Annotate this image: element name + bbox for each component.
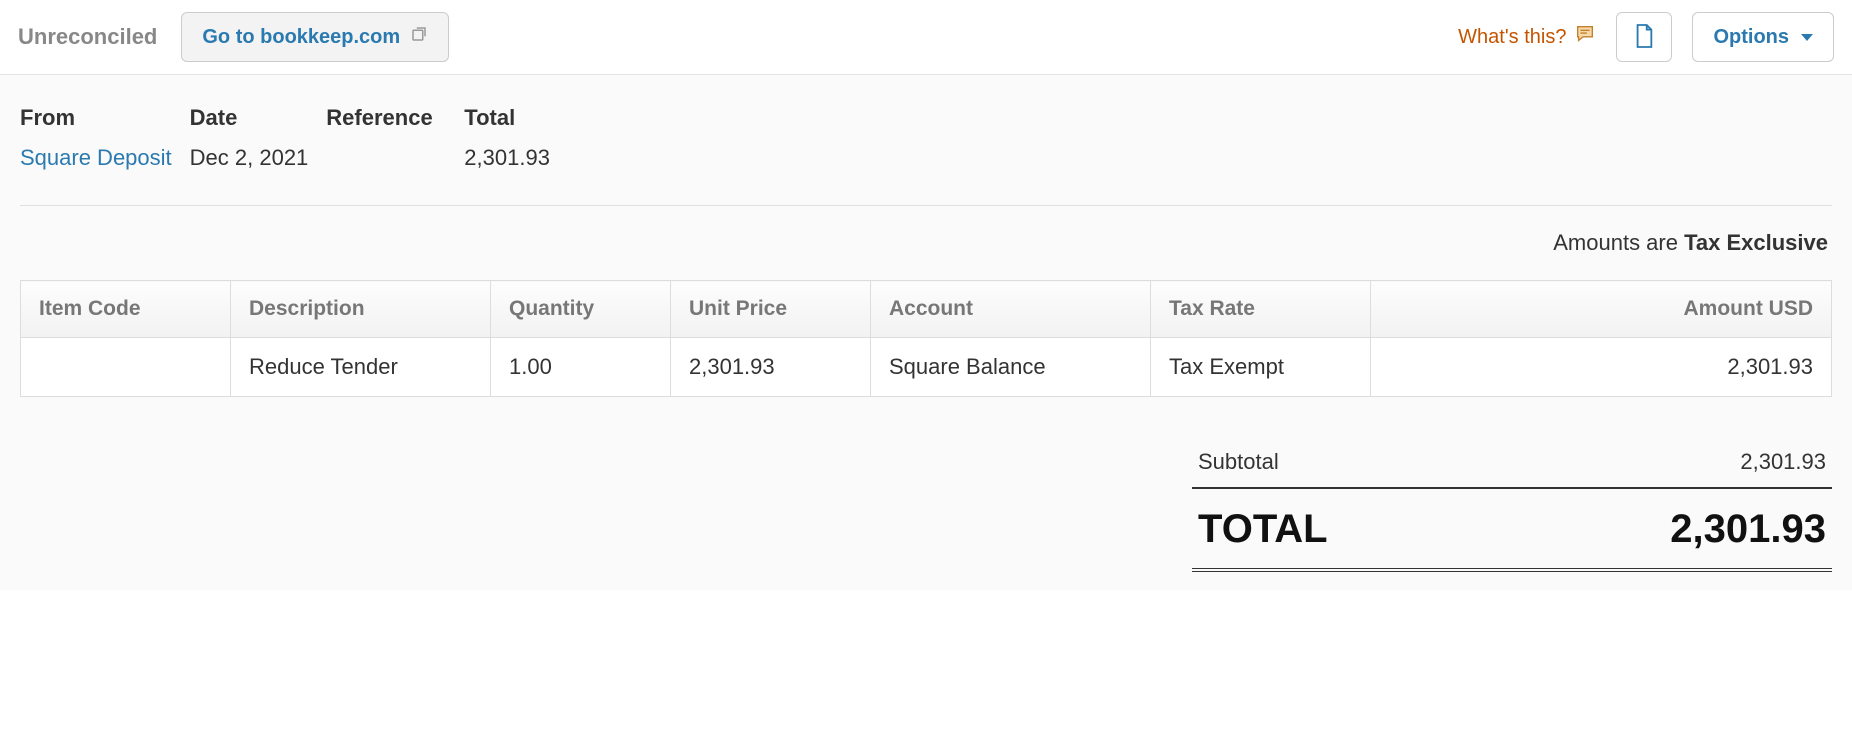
meta-col-total: Total 2,301.93: [464, 105, 550, 171]
header-tax-rate: Tax Rate: [1151, 281, 1371, 338]
cell-quantity: 1.00: [491, 338, 671, 397]
amounts-note-emphasis: Tax Exclusive: [1684, 230, 1828, 255]
header-quantity: Quantity: [491, 281, 671, 338]
header-account: Account: [871, 281, 1151, 338]
table-header-row: Item Code Description Quantity Unit Pric…: [21, 281, 1832, 338]
options-label: Options: [1713, 26, 1789, 49]
go-to-bookkeep-button[interactable]: Go to bookkeep.com: [181, 12, 449, 62]
subtotal-label: Subtotal: [1198, 449, 1279, 475]
amounts-note-prefix: Amounts are: [1553, 230, 1684, 255]
cell-description: Reduce Tender: [231, 338, 491, 397]
whats-this-label: What's this?: [1458, 26, 1566, 49]
meta-row: From Square Deposit Date Dec 2, 2021 Ref…: [20, 105, 1832, 206]
cell-item-code: [21, 338, 231, 397]
amounts-note: Amounts are Tax Exclusive: [20, 206, 1832, 280]
header-amount: Amount USD: [1371, 281, 1832, 338]
meta-col-date: Date Dec 2, 2021: [190, 105, 309, 171]
content-area: From Square Deposit Date Dec 2, 2021 Ref…: [0, 75, 1852, 590]
subtotal-row: Subtotal 2,301.93: [1192, 437, 1832, 489]
meta-col-from: From Square Deposit: [20, 105, 172, 171]
meta-header-from: From: [20, 105, 172, 131]
top-right: What's this? Options: [1458, 12, 1834, 62]
cell-account: Square Balance: [871, 338, 1151, 397]
meta-value-total: 2,301.93: [464, 145, 550, 171]
speech-bubble-icon: [1574, 23, 1596, 51]
top-left: Unreconciled Go to bookkeep.com: [18, 12, 449, 62]
meta-header-date: Date: [190, 105, 309, 131]
total-value: 2,301.93: [1670, 507, 1826, 552]
external-link-icon: [410, 25, 428, 49]
whats-this-link[interactable]: What's this?: [1458, 23, 1596, 51]
header-unit-price: Unit Price: [671, 281, 871, 338]
header-description: Description: [231, 281, 491, 338]
cell-unit-price: 2,301.93: [671, 338, 871, 397]
top-bar: Unreconciled Go to bookkeep.com What's t…: [0, 0, 1852, 75]
options-button[interactable]: Options: [1692, 12, 1834, 62]
line-items-table: Item Code Description Quantity Unit Pric…: [20, 280, 1832, 397]
bookkeep-label: Go to bookkeep.com: [202, 26, 400, 49]
total-label: TOTAL: [1198, 507, 1328, 552]
from-link[interactable]: Square Deposit: [20, 145, 172, 171]
file-icon: [1633, 23, 1655, 52]
status-label: Unreconciled: [18, 24, 157, 50]
file-button[interactable]: [1616, 12, 1672, 62]
totals-section: Subtotal 2,301.93 TOTAL 2,301.93: [1192, 437, 1832, 570]
meta-header-total: Total: [464, 105, 550, 131]
meta-header-reference: Reference: [326, 105, 446, 131]
table-row: Reduce Tender 1.00 2,301.93 Square Balan…: [21, 338, 1832, 397]
meta-value-date: Dec 2, 2021: [190, 145, 309, 171]
chevron-down-icon: [1801, 34, 1813, 41]
cell-tax-rate: Tax Exempt: [1151, 338, 1371, 397]
meta-col-reference: Reference: [326, 105, 446, 171]
total-row: TOTAL 2,301.93: [1192, 489, 1832, 570]
header-item-code: Item Code: [21, 281, 231, 338]
subtotal-value: 2,301.93: [1740, 449, 1826, 475]
cell-amount: 2,301.93: [1371, 338, 1832, 397]
